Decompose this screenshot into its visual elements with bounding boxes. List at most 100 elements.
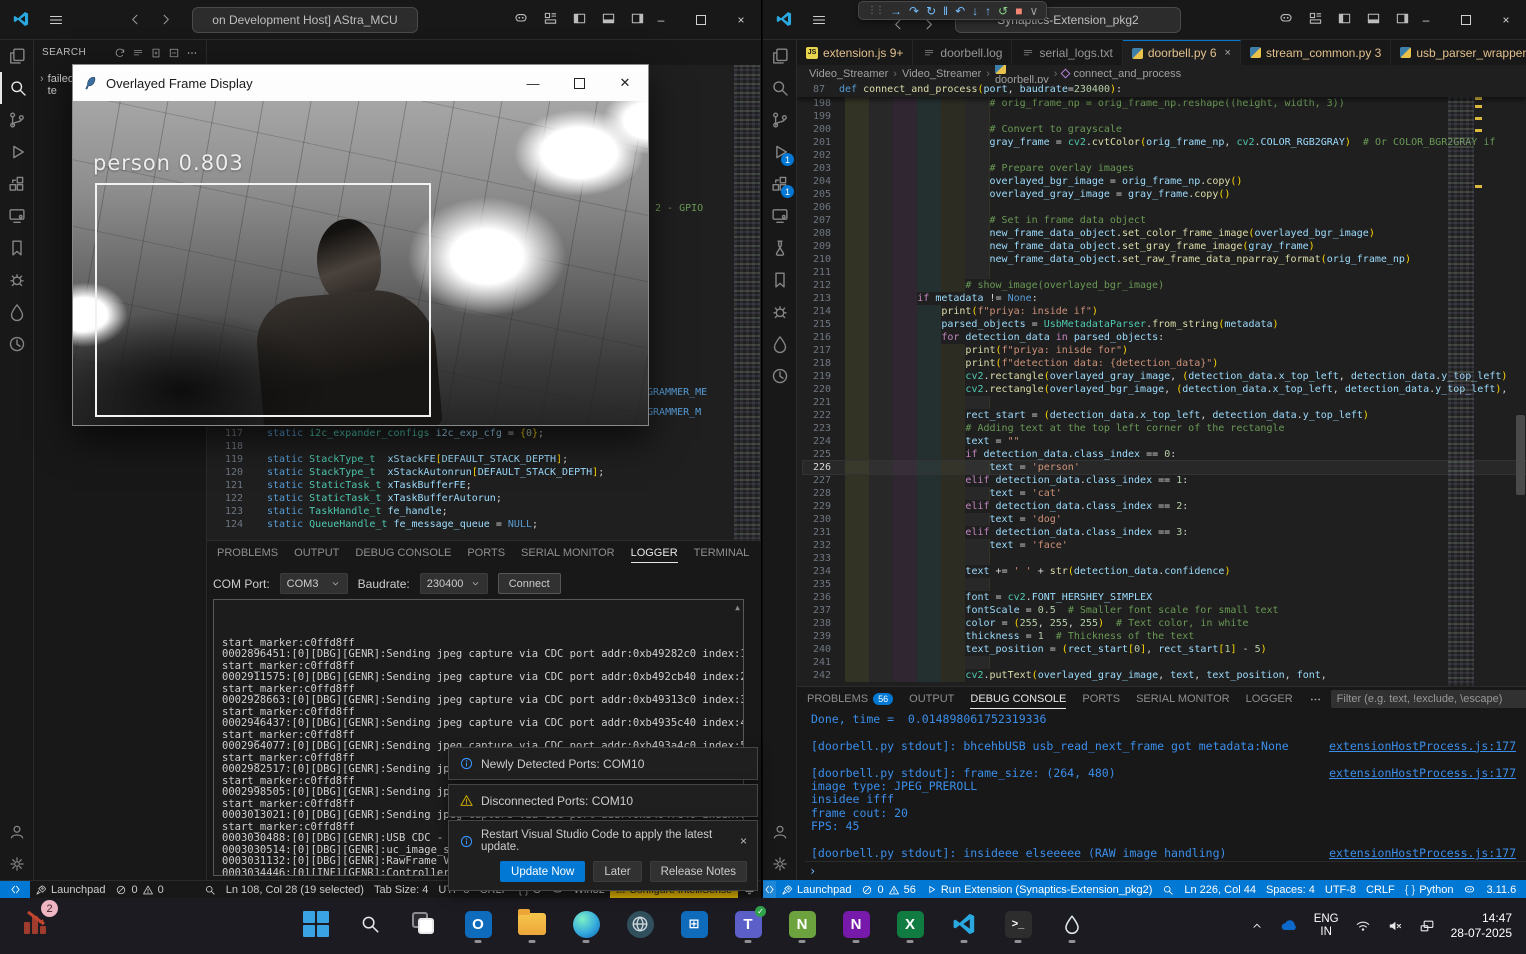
taskbar-taskview-icon[interactable] [404, 904, 444, 944]
code-line-203[interactable]: 203 # Prepare overlay images [803, 162, 1526, 175]
activity-drop-icon[interactable] [763, 328, 797, 360]
language-status[interactable]: { }Python [1400, 884, 1459, 896]
toast-new-ports[interactable]: Newly Detected Ports: COM10 [448, 747, 758, 780]
code-line-233[interactable]: 233 [803, 552, 1526, 565]
account-icon[interactable] [0, 816, 34, 848]
activity-clock-icon[interactable] [763, 360, 797, 392]
toggle-sidebar-icon[interactable] [572, 11, 587, 26]
clear-results-icon[interactable] [132, 47, 144, 59]
notifications-bell-icon[interactable] [1521, 883, 1526, 896]
code-line-120[interactable]: 120static StackType_t xStackAutonrun[DEF… [213, 466, 604, 479]
layout-grid-icon[interactable] [1308, 11, 1323, 26]
copilot-icon[interactable] [1278, 10, 1294, 26]
code-line-226[interactable]: 226 text = 'person' [803, 461, 1526, 474]
toggle-panel-icon[interactable] [601, 11, 616, 26]
code-line-200[interactable]: 200 # Convert to grayscale [803, 123, 1526, 136]
minimap[interactable] [734, 65, 760, 540]
search-term-line2[interactable]: te [48, 85, 74, 97]
code-line-206[interactable]: 206 [803, 201, 1526, 214]
code-line-236[interactable]: 236 font = cv2.FONT_HERSHEY_SIMPLEX [803, 591, 1526, 604]
taskbar-onenote-icon[interactable]: N [836, 904, 876, 944]
taskbar-globe-icon[interactable] [620, 904, 660, 944]
debug-console-input[interactable]: › [805, 861, 1526, 878]
launchpad-status[interactable]: Launchpad [30, 884, 110, 896]
search-status-icon[interactable] [1157, 884, 1179, 896]
taskbar-explorer-icon[interactable] [512, 904, 552, 944]
code-line-198[interactable]: 198 # orig_frame_np = orig_frame_np.resh… [803, 97, 1526, 110]
language-indicator[interactable]: ENGIN [1314, 913, 1339, 939]
code-line-220[interactable]: 220 cv2.rectangle(overlayed_bgr_image, (… [803, 383, 1526, 396]
panel-tab-serial-monitor[interactable]: SERIAL MONITOR [1136, 690, 1230, 708]
taskbar-search-icon[interactable] [350, 904, 390, 944]
drag-handle-icon[interactable]: ⋮⋮ [867, 5, 883, 16]
taskbar-edge-icon[interactable] [566, 904, 606, 944]
remote-indicator[interactable] [763, 881, 776, 899]
code-line-216[interactable]: 216 for detection_data in parsed_objects… [803, 331, 1526, 344]
search-status-icon[interactable] [199, 884, 221, 896]
maximize-button[interactable] [1446, 0, 1486, 40]
toast-close-icon[interactable]: × [740, 834, 747, 848]
code-line-201[interactable]: 201 gray_frame = cv2.cvtColor(orig_frame… [803, 136, 1526, 149]
tray-chevron-up-icon[interactable] [1250, 919, 1264, 933]
command-center-search[interactable]: on Development Host] AStra_MCU [192, 7, 418, 33]
activity-remote-icon[interactable] [763, 200, 797, 232]
continue-icon[interactable]: → [890, 4, 902, 18]
taskbar-drop-icon[interactable] [1052, 904, 1092, 944]
settings-gear-icon[interactable] [763, 848, 797, 880]
right-editor[interactable]: Video_Streamer›Video_Streamer›doorbell.p… [797, 65, 1526, 686]
activity-bookmark-icon[interactable] [763, 264, 797, 296]
code-line-209[interactable]: 209 new_frame_data_object.set_gray_frame… [803, 240, 1526, 253]
code-line-224[interactable]: 224 text = "" [803, 435, 1526, 448]
panel-tab-logger[interactable]: LOGGER [1246, 690, 1293, 708]
scrollbar-thumb[interactable] [1516, 415, 1525, 495]
python-version-status[interactable]: 3.11.6 [1481, 884, 1521, 896]
code-line-242[interactable]: 242 cv2.putText(overlayed_gray_image, te… [803, 669, 1526, 682]
taskbar-notepadpp-icon[interactable]: N [782, 904, 822, 944]
indent-status[interactable]: Spaces: 4 [1261, 884, 1320, 896]
code-line-232[interactable]: 232 text = 'face' [803, 539, 1526, 552]
code-line-229[interactable]: 229 elif detection_data.class_index == 2… [803, 500, 1526, 513]
taskbar-vscode-icon[interactable] [944, 904, 984, 944]
step-into-icon[interactable]: ↓ [972, 4, 978, 18]
taskbar-start-icon[interactable] [296, 904, 336, 944]
minimize-button[interactable]: – [1406, 0, 1446, 40]
toggle-sidebar-icon[interactable] [1337, 11, 1352, 26]
step-over-icon[interactable]: ↷ [909, 4, 919, 18]
wifi-icon[interactable] [1355, 918, 1371, 934]
tab-stream-common-py-3[interactable]: stream_common.py 3 [1241, 40, 1391, 65]
panel-tab-ports[interactable]: PORTS [1082, 690, 1120, 708]
code-line-228[interactable]: 228 text = 'cat' [803, 487, 1526, 500]
overlay-maximize-button[interactable] [556, 65, 602, 101]
tab-close-icon[interactable]: × [759, 47, 762, 59]
activity-search-icon[interactable] [0, 72, 34, 104]
tab-close-icon[interactable]: × [1225, 47, 1231, 59]
activity-search-icon[interactable] [763, 72, 797, 104]
breadcrumb-item[interactable]: Video_Streamer [902, 68, 981, 80]
account-icon[interactable] [763, 816, 797, 848]
launchpad-status[interactable]: Launchpad [776, 884, 856, 896]
taskbar-teams-icon[interactable]: T✓ [728, 904, 768, 944]
code-line-205[interactable]: 205 overlayed_gray_image = gray_frame.co… [803, 188, 1526, 201]
code-line-119[interactable]: 119static StackType_t xStackFE[DEFAULT_S… [213, 453, 604, 466]
notification-app-icon[interactable]: 2 [22, 906, 52, 936]
nav-forward-icon[interactable] [158, 12, 173, 27]
taskbar-store-icon[interactable]: ⊞ [674, 904, 714, 944]
sticky-scroll-line[interactable]: 87 def connect_and_process(port, baudrat… [797, 83, 1526, 97]
panel-tab-logger[interactable]: LOGGER [631, 544, 678, 563]
tab-doorbell-py-6[interactable]: doorbell.py 6× [1123, 40, 1241, 65]
tab-door-bell-readme-md[interactable]: Mdoor_bell_readme.md [207, 40, 361, 65]
minimap[interactable] [1448, 83, 1474, 686]
maximize-button[interactable] [681, 0, 721, 40]
code-line-230[interactable]: 230 text = 'dog' [803, 513, 1526, 526]
activity-git-icon[interactable] [0, 104, 34, 136]
volume-muted-icon[interactable] [1387, 918, 1403, 934]
overlay-close-button[interactable]: ✕ [602, 65, 648, 101]
panel-tab-problems[interactable]: PROBLEMS56 [807, 690, 893, 708]
copilot-icon[interactable] [513, 10, 529, 26]
toggle-panel-icon[interactable] [1366, 11, 1381, 26]
console-source-link[interactable]: extensionHostProcess.js:177 [1329, 740, 1516, 753]
code-line-237[interactable]: 237 fontScale = 0.5 # Smaller font scale… [803, 604, 1526, 617]
overlay-titlebar[interactable]: Overlayed Frame Display — ✕ [73, 65, 648, 101]
activity-remote-icon[interactable] [0, 200, 34, 232]
console-filter-input[interactable]: Filter (e.g. text, !exclude, \escape) [1331, 690, 1526, 708]
